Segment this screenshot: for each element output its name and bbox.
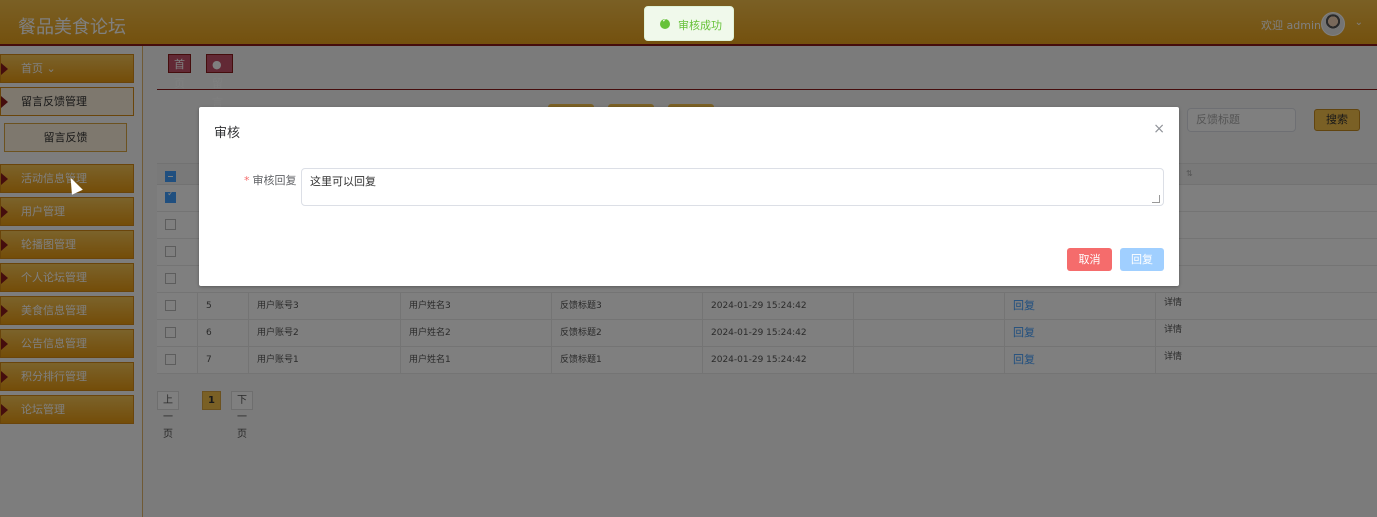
reply-label-text: 审核回复 [252, 174, 297, 187]
required-mark: * [244, 174, 250, 187]
toast-message: 审核成功 [678, 19, 722, 32]
reply-textarea[interactable]: 这里可以回复 [301, 168, 1164, 206]
dialog-title: 审核 [214, 126, 241, 141]
submit-reply-button[interactable]: 回复 [1120, 248, 1164, 271]
cancel-button[interactable]: 取消 [1067, 248, 1112, 271]
reply-label: * 审核回复 [244, 172, 297, 188]
check-circle-icon [660, 16, 670, 29]
close-icon[interactable]: × [1153, 121, 1165, 137]
review-dialog: 审核 × * 审核回复 这里可以回复 取消 回复 [199, 107, 1179, 286]
resize-handle-icon[interactable] [1152, 195, 1160, 203]
success-toast: 审核成功 [644, 6, 734, 41]
